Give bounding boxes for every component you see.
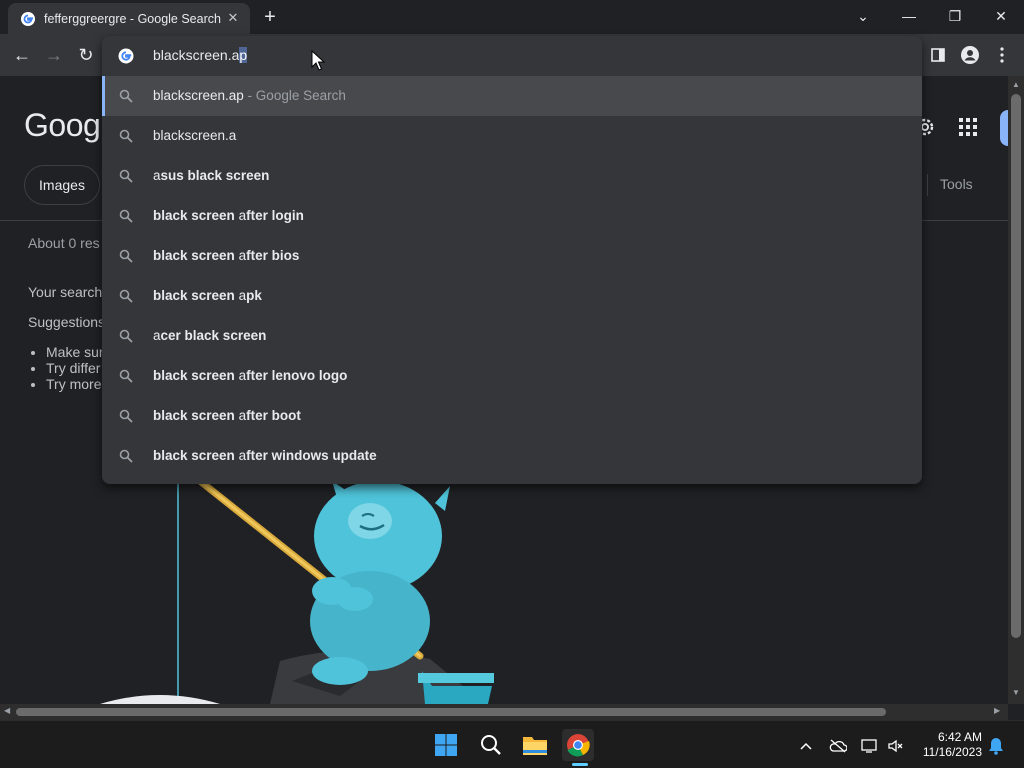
active-app-indicator: [572, 763, 588, 766]
side-panel-icon[interactable]: [926, 43, 950, 67]
file-explorer-icon[interactable]: [519, 729, 551, 761]
search-icon: [119, 289, 133, 303]
google-logo[interactable]: Googl: [24, 107, 107, 144]
images-filter-chip[interactable]: Images: [24, 165, 100, 205]
horizontal-scroll-thumb[interactable]: [16, 708, 886, 716]
google-apps-icon[interactable]: [958, 117, 978, 142]
google-favicon-icon: [21, 11, 35, 26]
search-icon: [119, 409, 133, 423]
suggestion-row[interactable]: black screen after bios: [102, 236, 922, 276]
suggestion-text: black screen after windows update: [153, 448, 377, 463]
scroll-left-icon[interactable]: ◀: [4, 706, 10, 715]
suggestion-text: black screen after boot: [153, 408, 301, 423]
address-bar-input[interactable]: blackscreen.ap: [153, 47, 248, 63]
onedrive-offline-icon[interactable]: [828, 736, 848, 756]
search-tip: Try differ: [46, 360, 104, 376]
search-icon: [119, 249, 133, 263]
mouse-pointer-icon: [311, 50, 325, 71]
scroll-down-icon[interactable]: ▼: [1012, 688, 1020, 697]
system-clock[interactable]: 6:42 AM 11/16/2023: [912, 730, 982, 760]
chrome-taskbar-icon[interactable]: [562, 729, 594, 761]
suggestion-row[interactable]: black screen after login: [102, 196, 922, 236]
suggestion-row[interactable]: blackscreen.a: [102, 116, 922, 156]
vertical-scroll-thumb[interactable]: [1011, 94, 1021, 638]
more-menu-icon[interactable]: [990, 43, 1014, 67]
scrollbar-corner: [1008, 704, 1024, 720]
back-arrow-icon[interactable]: ←: [10, 43, 34, 67]
reload-icon[interactable]: ↻: [74, 43, 98, 67]
forward-arrow-icon[interactable]: →: [42, 43, 66, 67]
address-bar[interactable]: blackscreen.ap: [102, 36, 922, 76]
tab-title: fefferggreergre - Google Search: [44, 11, 221, 26]
suggestion-text: blackscreen.a: [153, 128, 237, 143]
google-search-icon: [118, 48, 134, 64]
network-icon[interactable]: [860, 736, 880, 756]
fishing-monster-illustration: [100, 481, 494, 704]
omnibox-dropdown: blackscreen.ap blackscreen.ap - Google S…: [102, 36, 922, 484]
new-tab-button[interactable]: +: [259, 6, 281, 28]
search-tips-list: Make sur Try differ Try more: [46, 344, 104, 392]
suggestion-text: black screen after bios: [153, 248, 300, 263]
search-icon: [119, 449, 133, 463]
tools-button[interactable]: Tools: [940, 176, 973, 192]
no-results-message: Your search: [28, 284, 103, 300]
suggestion-text: black screen after lenovo logo: [153, 368, 348, 383]
minimize-button[interactable]: —: [886, 0, 932, 32]
scroll-right-icon[interactable]: ▶: [994, 706, 1000, 715]
suggestion-text: acer black screen: [153, 328, 267, 343]
suggestion-row[interactable]: acer black screen: [102, 316, 922, 356]
suggestion-row[interactable]: black screen after lenovo logo: [102, 356, 922, 396]
vertical-scrollbar[interactable]: ▲ ▼: [1008, 76, 1024, 704]
search-icon: [119, 89, 133, 103]
autocomplete-selection: p: [239, 47, 248, 63]
result-stats: About 0 res: [28, 235, 100, 251]
close-window-button[interactable]: ✕: [978, 0, 1024, 32]
search-tip: Make sur: [46, 344, 104, 360]
tab-search-icon[interactable]: ⌄: [840, 0, 886, 32]
search-icon: [119, 369, 133, 383]
taskbar: 6:42 AM 11/16/2023: [0, 720, 1024, 768]
suggestion-row[interactable]: black screen apk: [102, 276, 922, 316]
scroll-up-icon[interactable]: ▲: [1012, 80, 1020, 89]
suggestion-row[interactable]: asus black screen: [102, 156, 922, 196]
suggestion-text: asus black screen: [153, 168, 270, 183]
suggestion-text: black screen apk: [153, 288, 262, 303]
selection-indicator: [102, 76, 105, 116]
start-windows-icon[interactable]: [430, 729, 462, 761]
search-icon: [119, 329, 133, 343]
notification-bell-icon[interactable]: [986, 736, 1006, 756]
clock-time: 6:42 AM: [937, 730, 982, 744]
account-avatar[interactable]: [1000, 110, 1008, 146]
volume-muted-icon[interactable]: [886, 736, 906, 756]
horizontal-scrollbar[interactable]: ◀ ▶: [0, 704, 1008, 720]
restore-button[interactable]: ❐: [932, 0, 978, 32]
suggestion-row[interactable]: black screen after boot: [102, 396, 922, 436]
taskbar-search-icon[interactable]: [475, 729, 507, 761]
suggestion-text: blackscreen.ap - Google Search: [153, 88, 346, 103]
search-icon: [119, 169, 133, 183]
suggestion-text: black screen after login: [153, 208, 304, 223]
title-bar: fefferggreergre - Google Search ✕ + ⌄ — …: [0, 0, 1024, 34]
show-hidden-icons-chevron-icon[interactable]: [796, 736, 816, 756]
clock-date: 11/16/2023: [922, 745, 982, 759]
suggestion-row[interactable]: blackscreen.ap - Google Search: [102, 76, 922, 116]
tab-close-icon[interactable]: ✕: [224, 9, 242, 27]
suggestion-row[interactable]: black screen after windows update: [102, 436, 922, 476]
tools-divider: [927, 174, 928, 196]
search-icon: [119, 129, 133, 143]
profile-icon[interactable]: [958, 43, 982, 67]
suggestions-heading: Suggestions: [28, 314, 106, 330]
browser-tab[interactable]: fefferggreergre - Google Search ✕: [8, 3, 250, 34]
search-tip: Try more: [46, 376, 104, 392]
search-icon: [119, 209, 133, 223]
